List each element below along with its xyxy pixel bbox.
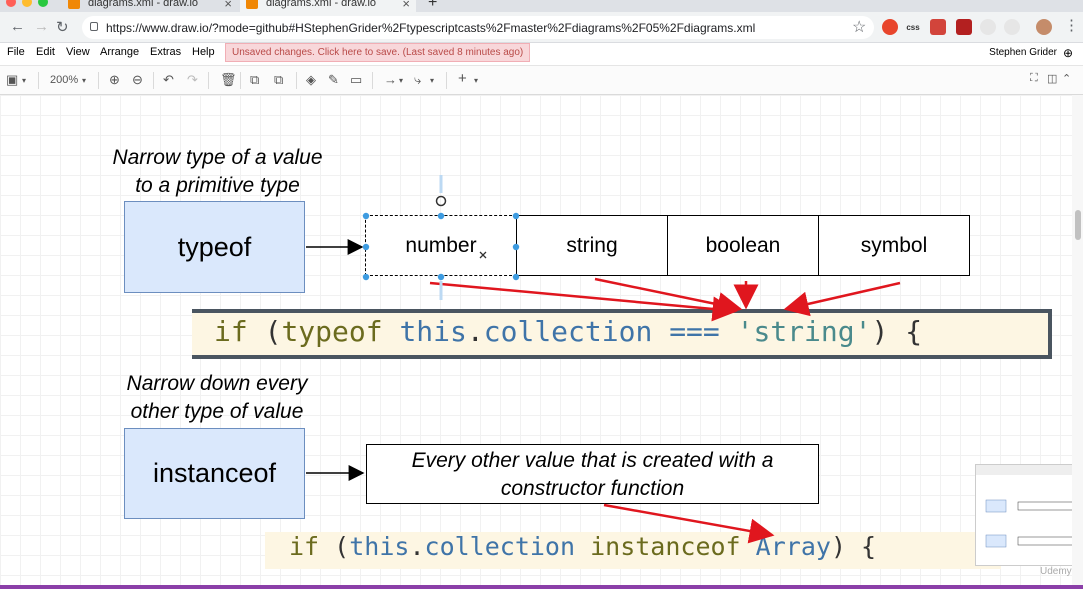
fill-color-icon[interactable]: ◈ xyxy=(306,72,316,88)
to-front-icon[interactable]: ⧉ xyxy=(250,72,259,88)
user-name[interactable]: Stephen Grider xyxy=(989,47,1057,58)
menu-bar: File Edit View Arrange Extras Help Unsav… xyxy=(0,43,1083,65)
thumbnail-preview xyxy=(976,465,1072,548)
extension-css-icon[interactable]: css xyxy=(905,19,921,35)
drawio-favicon-icon xyxy=(246,0,258,9)
url-text: https://www.draw.io/?mode=github#HStephe… xyxy=(106,20,756,35)
connection-icon[interactable]: → xyxy=(384,72,397,87)
delete-icon[interactable]: 🗑 xyxy=(220,72,237,88)
toolbar-divider xyxy=(372,72,373,89)
zoom-in-icon[interactable]: ⊕ xyxy=(109,72,120,88)
url-bar[interactable]: https://www.draw.io/?mode=github#HStephe… xyxy=(82,16,874,39)
reload-icon[interactable]: ↻ xyxy=(56,18,69,36)
udemy-watermark: Udemy xyxy=(1040,566,1072,577)
app-window: diagrams.xml - draw.io × diagrams.xml - … xyxy=(0,0,1083,589)
tab-title: diagrams.xml - draw.io xyxy=(266,0,377,9)
toolbar-divider xyxy=(38,72,39,89)
chevron-down-icon[interactable]: ▾ xyxy=(399,76,403,85)
minimize-window-button[interactable] xyxy=(22,0,32,7)
line-color-icon[interactable]: ✎ xyxy=(328,72,339,88)
menu-view[interactable]: View xyxy=(66,46,90,58)
globe-icon[interactable]: ⊕ xyxy=(1063,46,1073,60)
browser-menu-icon[interactable]: ⋮ xyxy=(1064,16,1079,34)
tab-close-icon[interactable]: × xyxy=(224,0,232,11)
move-cursor-icon xyxy=(479,251,487,259)
chevron-down-icon[interactable]: ▾ xyxy=(82,76,86,85)
video-progress-bar xyxy=(0,585,1083,589)
undo-icon[interactable]: ↶ xyxy=(163,72,174,88)
menu-edit[interactable]: Edit xyxy=(36,46,55,58)
unsaved-changes-notice[interactable]: Unsaved changes. Click here to save. (La… xyxy=(225,43,531,62)
extension-circle-icon[interactable] xyxy=(980,19,996,35)
chevron-down-icon[interactable]: ▾ xyxy=(474,76,478,85)
fullscreen-icon[interactable]: ⛶ xyxy=(1030,72,1038,85)
extension-shield-icon[interactable] xyxy=(882,19,898,35)
note-red-arrow[interactable] xyxy=(603,503,775,544)
browser-tab-2[interactable]: diagrams.xml - draw.io × xyxy=(240,0,416,12)
bookmark-star-icon[interactable]: ☆ xyxy=(852,17,866,37)
back-icon[interactable]: ← xyxy=(10,18,25,35)
toolbar-divider xyxy=(153,72,154,89)
extension-red-icon[interactable] xyxy=(930,19,946,35)
lock-icon xyxy=(90,22,98,31)
waypoints-icon[interactable]: ⤷ xyxy=(414,72,421,88)
toolbar-divider xyxy=(240,72,241,89)
toolbar: ▣ ▾ 200% ▾ ⊕ ⊖ ↶ ↷ 🗑 ⧉ ⧉ ◈ ✎ ▭ → ▾ ⤷ ▾ +… xyxy=(0,65,1083,95)
insert-plus-icon[interactable]: + xyxy=(458,70,467,87)
extension-ghost-icon[interactable] xyxy=(1004,19,1020,35)
collapse-icon[interactable]: ⌃ xyxy=(1062,72,1071,85)
toolbar-divider xyxy=(446,72,447,89)
drawio-favicon-icon xyxy=(68,0,80,9)
address-row: ← → ↻ https://www.draw.io/?mode=github#H… xyxy=(0,12,1083,43)
browser-tab-1[interactable]: diagrams.xml - draw.io × xyxy=(68,0,238,12)
profile-avatar[interactable] xyxy=(1036,19,1052,35)
format-panel-icon[interactable]: ▣ xyxy=(6,72,18,88)
outline-thumbnail[interactable] xyxy=(975,464,1072,566)
menu-help[interactable]: Help xyxy=(192,46,215,58)
tab-strip: diagrams.xml - draw.io × diagrams.xml - … xyxy=(0,0,1083,12)
tab-title: diagrams.xml - draw.io xyxy=(88,0,199,9)
menu-file[interactable]: File xyxy=(7,46,25,58)
redo-icon[interactable]: ↷ xyxy=(187,72,198,88)
chevron-down-icon[interactable]: ▾ xyxy=(22,76,26,85)
selection-handles[interactable] xyxy=(362,212,520,281)
new-tab-button[interactable]: + xyxy=(428,0,437,12)
symbol-red-arrow[interactable] xyxy=(783,281,901,317)
zoom-out-icon[interactable]: ⊖ xyxy=(132,72,143,88)
maximize-window-button[interactable] xyxy=(38,0,48,7)
chevron-down-icon[interactable]: ▾ xyxy=(430,76,434,85)
window-controls xyxy=(6,0,48,7)
menu-arrange[interactable]: Arrange xyxy=(100,46,139,58)
toolbar-divider xyxy=(296,72,297,89)
toolbar-divider xyxy=(208,72,209,89)
close-window-button[interactable] xyxy=(6,0,16,7)
scrollbar-thumb[interactable] xyxy=(1075,210,1081,240)
rotate-handle-icon[interactable] xyxy=(435,195,447,207)
panel-toggle-icon[interactable]: ◫ xyxy=(1047,72,1057,85)
zoom-select[interactable]: 200% xyxy=(50,74,78,86)
extension-badge-icon[interactable] xyxy=(956,19,972,35)
toolbar-divider xyxy=(98,72,99,89)
forward-icon[interactable]: → xyxy=(34,18,49,35)
connectors-layer xyxy=(306,175,901,544)
tab-close-icon[interactable]: × xyxy=(402,0,410,11)
number-red-arrow[interactable] xyxy=(429,281,738,322)
menu-extras[interactable]: Extras xyxy=(150,46,181,58)
shadow-icon[interactable]: ▭ xyxy=(350,72,362,88)
to-back-icon[interactable]: ⧉ xyxy=(274,72,283,88)
diagram-canvas[interactable]: Narrow type of a value to a primitive ty… xyxy=(0,95,1072,587)
vertical-scrollbar[interactable] xyxy=(1072,95,1083,587)
